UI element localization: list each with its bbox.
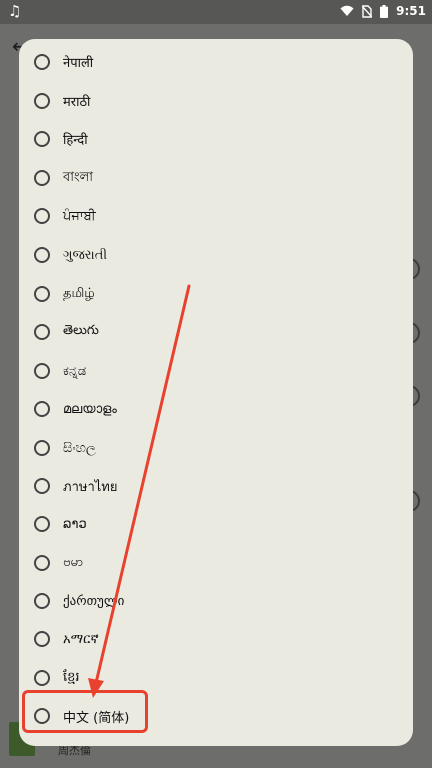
language-label: ಕನ್ನಡ xyxy=(63,363,87,379)
status-icons: 9:51 xyxy=(340,3,426,19)
radio-button[interactable] xyxy=(34,363,50,379)
language-label: नेपाली xyxy=(63,56,94,71)
language-label: தமிழ் xyxy=(63,286,95,301)
language-option-chinese-simplified[interactable]: 中文 (简体) xyxy=(19,697,413,735)
language-label: বাংলা xyxy=(63,169,94,185)
language-option[interactable]: తెలుగు xyxy=(19,313,413,351)
radio-button[interactable] xyxy=(34,286,50,302)
language-option[interactable]: ภาษาไทย xyxy=(19,467,413,505)
language-option[interactable]: አማርኛ xyxy=(19,620,413,658)
language-label: ខ្មែរ xyxy=(63,669,80,685)
battery-icon xyxy=(380,4,389,18)
radio-button[interactable] xyxy=(34,593,50,609)
radio-button[interactable] xyxy=(34,478,50,494)
language-label: ქართული xyxy=(63,593,125,609)
language-label: 中文 (简体) xyxy=(63,710,130,726)
radio-button[interactable] xyxy=(34,170,50,186)
language-label: ລາວ xyxy=(63,516,87,532)
radio-button[interactable] xyxy=(34,93,50,109)
radio-button[interactable] xyxy=(34,131,50,147)
wifi-icon xyxy=(340,5,354,16)
language-label: ဗမာ xyxy=(63,554,84,570)
language-option[interactable]: বাংলা xyxy=(19,159,413,197)
language-option[interactable]: ગુજરાતી xyxy=(19,236,413,274)
radio-button[interactable] xyxy=(34,708,50,724)
no-sim-icon xyxy=(362,4,373,18)
language-option[interactable]: ਪੰਜਾਬੀ xyxy=(19,197,413,235)
radio-button[interactable] xyxy=(34,516,50,532)
language-option[interactable]: മലയാളം xyxy=(19,390,413,428)
language-label: मराठी xyxy=(63,95,91,110)
language-label: हिन्दी xyxy=(63,133,88,148)
language-option[interactable]: ລາວ xyxy=(19,505,413,543)
language-dialog: नेपाली मराठी हिन्दी বাংলা ਪੰਜਾਬੀ ગુજરાતી… xyxy=(19,39,413,746)
language-option[interactable]: ဗမာ xyxy=(19,544,413,582)
radio-button[interactable] xyxy=(34,555,50,571)
language-option[interactable]: සිංහල xyxy=(19,429,413,467)
status-bar: ♫ 9:51 xyxy=(0,0,432,24)
radio-button[interactable] xyxy=(34,54,50,70)
radio-button[interactable] xyxy=(34,440,50,456)
music-note-icon: ♫ xyxy=(8,2,22,20)
language-label: മലയാളം xyxy=(63,401,117,417)
language-option[interactable]: नेपाली xyxy=(19,43,413,81)
radio-button[interactable] xyxy=(34,208,50,224)
language-option[interactable]: ქართული xyxy=(19,582,413,620)
language-option[interactable]: मराठी xyxy=(19,82,413,120)
language-label: తెలుగు xyxy=(63,323,99,338)
language-option[interactable]: हिन्दी xyxy=(19,120,413,158)
clock: 9:51 xyxy=(396,4,426,18)
language-option[interactable]: தமிழ் xyxy=(19,275,413,313)
radio-button[interactable] xyxy=(34,401,50,417)
language-option[interactable]: ខ្មែរ xyxy=(19,659,413,697)
radio-button[interactable] xyxy=(34,670,50,686)
radio-button[interactable] xyxy=(34,324,50,340)
language-label: አማርኛ xyxy=(63,631,99,647)
language-option[interactable]: ಕನ್ನಡ xyxy=(19,352,413,390)
radio-button[interactable] xyxy=(34,631,50,647)
language-label: ภาษาไทย xyxy=(63,479,118,495)
language-label: ਪੰਜਾਬੀ xyxy=(63,208,96,224)
language-label: ગુજરાતી xyxy=(63,247,108,263)
radio-button[interactable] xyxy=(34,247,50,263)
language-label: සිංහල xyxy=(63,440,96,456)
